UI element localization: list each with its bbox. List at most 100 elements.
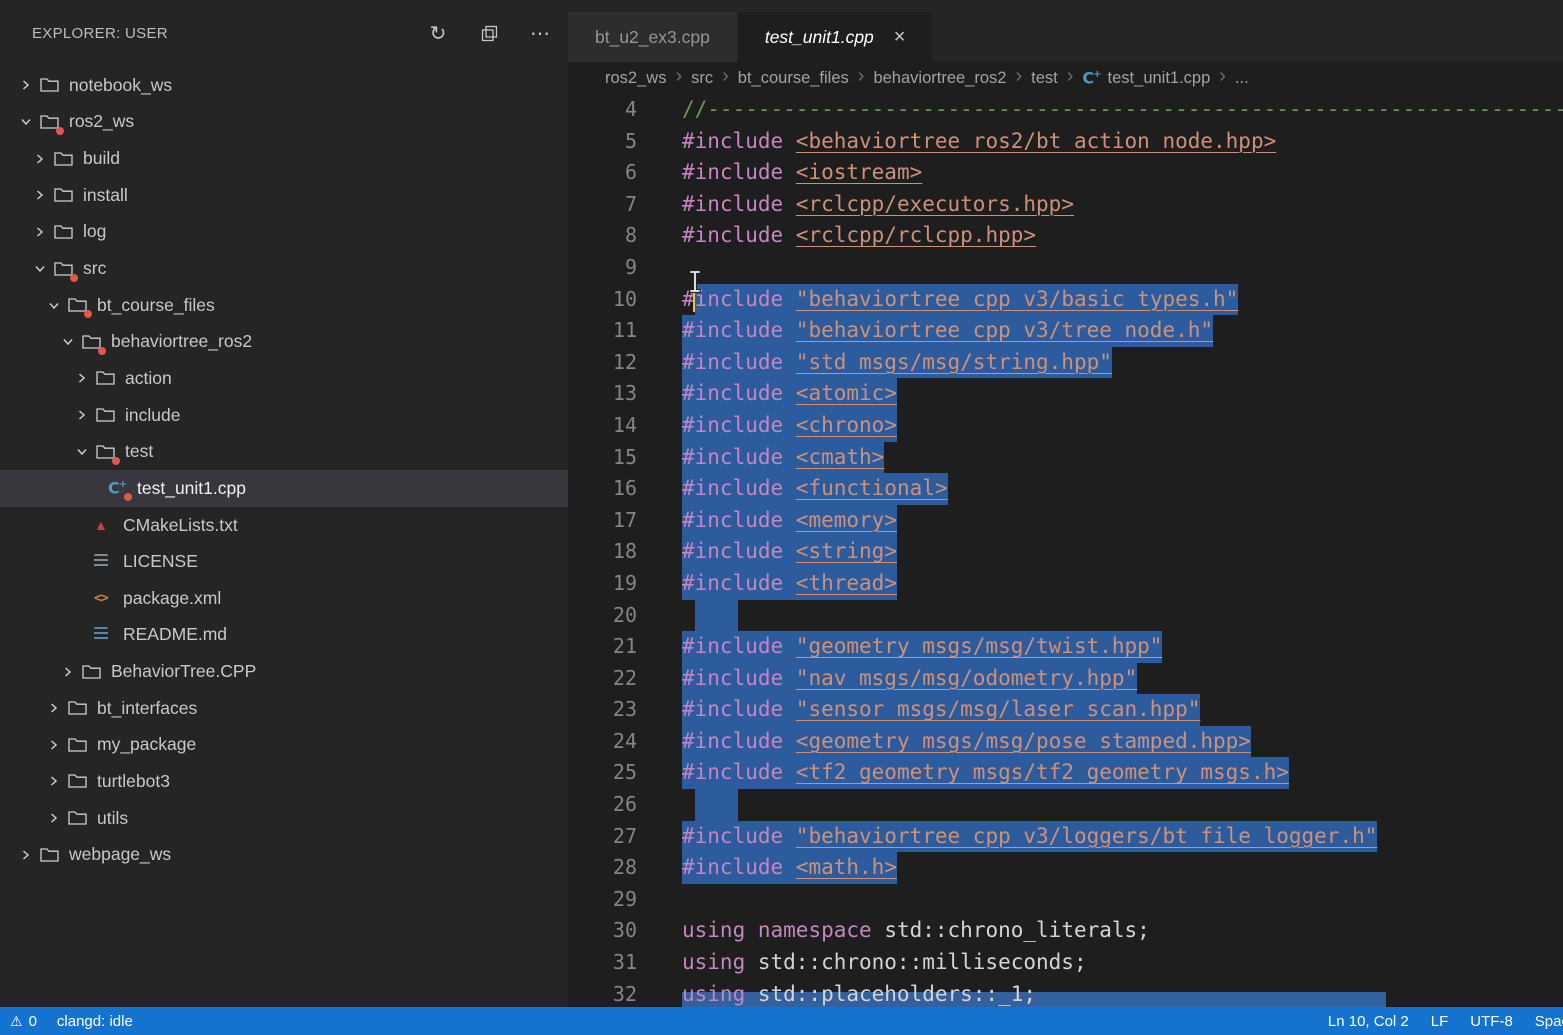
code-line-content[interactable]: #include "sensor_msgs/msg/laser_scan.hpp…	[637, 694, 1563, 726]
line-number[interactable]: 6	[568, 157, 637, 189]
code-line-content[interactable]	[637, 884, 1563, 916]
line-number[interactable]: 9	[568, 252, 637, 284]
line-number[interactable]: 20	[568, 600, 637, 632]
more-actions-icon[interactable]: ⋯	[528, 22, 552, 46]
code-line-content[interactable]	[637, 252, 1563, 284]
tree-item-log[interactable]: log	[0, 214, 568, 251]
line-number[interactable]: 27	[568, 821, 637, 853]
code-line-content[interactable]	[637, 789, 1563, 821]
tree-item-include[interactable]: include	[0, 397, 568, 434]
line-number[interactable]: 16	[568, 473, 637, 505]
breadcrumb-item[interactable]: bt_course_files	[738, 69, 849, 88]
close-icon[interactable]: ×	[894, 27, 906, 47]
chevron-down-icon[interactable]	[34, 263, 54, 274]
tree-item-ros2-ws[interactable]: ros2_ws	[0, 104, 568, 141]
code-line-content[interactable]: #include <rclcpp/executors.hpp>	[637, 189, 1563, 221]
code-line-content[interactable]: #include <atomic>	[637, 378, 1563, 410]
code-line-content[interactable]: #include "nav_msgs/msg/odometry.hpp"	[637, 663, 1563, 695]
tree-item-test[interactable]: test	[0, 433, 568, 470]
tree-item-action[interactable]: action	[0, 360, 568, 397]
status-item-clangd-status[interactable]: clangd: idle	[57, 1013, 133, 1030]
breadcrumb-item[interactable]: src	[691, 69, 713, 88]
line-number[interactable]: 19	[568, 568, 637, 600]
chevron-right-icon[interactable]	[48, 812, 68, 824]
chevron-right-icon[interactable]	[34, 153, 54, 165]
breadcrumb-item[interactable]: test_unit1.cpp	[1108, 69, 1211, 88]
tree-item-src[interactable]: src	[0, 250, 568, 287]
chevron-down-icon[interactable]	[62, 336, 82, 347]
chevron-right-icon[interactable]	[76, 409, 96, 421]
code-line-content[interactable]: #include <functional>	[637, 473, 1563, 505]
status-item-eol-sequence[interactable]: LF	[1431, 1013, 1449, 1030]
line-number[interactable]: 29	[568, 884, 637, 916]
tree-item-test-unit1-cpp[interactable]: C+test_unit1.cpp	[0, 470, 568, 507]
tree-item-cmakelists-txt[interactable]: ▲CMakeLists.txt	[0, 507, 568, 544]
line-number[interactable]: 18	[568, 536, 637, 568]
chevron-right-icon[interactable]	[48, 775, 68, 787]
breadcrumb-item[interactable]: test	[1031, 69, 1058, 88]
chevron-right-icon[interactable]	[34, 189, 54, 201]
tree-item-bt-course-files[interactable]: bt_course_files	[0, 287, 568, 324]
tree-item-behaviortree-cpp[interactable]: BehaviorTree.CPP	[0, 653, 568, 690]
code-line-content[interactable]: #include <rclcpp/rclcpp.hpp>	[637, 220, 1563, 252]
line-number[interactable]: 26	[568, 789, 637, 821]
chevron-down-icon[interactable]	[20, 116, 40, 127]
chevron-down-icon[interactable]	[48, 300, 68, 311]
code-line-content[interactable]: #include <behaviortree_ros2/bt_action_no…	[637, 126, 1563, 158]
code-line-content[interactable]: using std::chrono::milliseconds;	[637, 947, 1563, 979]
tab-bt-u2-ex3-cpp[interactable]: bt_u2_ex3.cpp	[568, 12, 737, 62]
status-item-problems[interactable]: ⚠0	[10, 1013, 37, 1030]
code-line-content[interactable]: #include <chrono>	[637, 410, 1563, 442]
code-line-content[interactable]: #include <thread>	[637, 568, 1563, 600]
tab-test-unit1-cpp[interactable]: test_unit1.cpp×	[738, 12, 933, 62]
code-line-content[interactable]: #include <iostream>	[637, 157, 1563, 189]
tree-item-turtlebot3[interactable]: turtlebot3	[0, 763, 568, 800]
tree-item-utils[interactable]: utils	[0, 800, 568, 837]
status-item-indentation[interactable]: Spac	[1535, 1013, 1563, 1030]
line-number[interactable]: 32	[568, 979, 637, 1007]
line-number[interactable]: 24	[568, 726, 637, 758]
tree-item-bt-interfaces[interactable]: bt_interfaces	[0, 690, 568, 727]
code-line-content[interactable]: using std::placeholders::_1;	[637, 979, 1563, 1007]
code-line-content[interactable]: #include "behaviortree_cpp_v3/basic_type…	[637, 284, 1563, 316]
chevron-right-icon[interactable]	[62, 666, 82, 678]
code-line-content[interactable]: #include <memory>	[637, 505, 1563, 537]
tree-item-my-package[interactable]: my_package	[0, 727, 568, 764]
chevron-right-icon[interactable]	[20, 849, 40, 861]
line-number[interactable]: 4	[568, 94, 637, 126]
breadcrumb-more[interactable]: ...	[1235, 69, 1249, 88]
line-number[interactable]: 17	[568, 505, 637, 537]
tree-item-package-xml[interactable]: <>package.xml	[0, 580, 568, 617]
code-line-content[interactable]: #include "std_msgs/msg/string.hpp"	[637, 347, 1563, 379]
status-item-encoding[interactable]: UTF-8	[1470, 1013, 1513, 1030]
code-line-content[interactable]: using namespace std::chrono_literals;	[637, 915, 1563, 947]
code-line-content[interactable]: //--------------------------------------…	[637, 94, 1563, 126]
code-line-content[interactable]: #include "geometry_msgs/msg/twist.hpp"	[637, 631, 1563, 663]
code-line-content[interactable]: #include <tf2_geometry_msgs/tf2_geometry…	[637, 757, 1563, 789]
chevron-right-icon[interactable]	[76, 372, 96, 384]
code-line-content[interactable]: #include "behaviortree_cpp_v3/tree_node.…	[637, 315, 1563, 347]
line-number[interactable]: 14	[568, 410, 637, 442]
line-number[interactable]: 21	[568, 631, 637, 663]
tree-item-notebook-ws[interactable]: notebook_ws	[0, 67, 568, 104]
chevron-right-icon[interactable]	[48, 739, 68, 751]
tree-item-webpage-ws[interactable]: webpage_ws	[0, 836, 568, 873]
line-number[interactable]: 12	[568, 347, 637, 379]
open-editors-icon[interactable]	[477, 22, 501, 46]
line-number[interactable]: 23	[568, 694, 637, 726]
tree-item-license[interactable]: LICENSE	[0, 543, 568, 580]
code-line-content[interactable]	[637, 600, 1563, 632]
line-number[interactable]: 7	[568, 189, 637, 221]
breadcrumb-item[interactable]: behaviortree_ros2	[873, 69, 1006, 88]
chevron-right-icon[interactable]	[48, 702, 68, 714]
chevron-right-icon[interactable]	[34, 226, 54, 238]
line-number[interactable]: 13	[568, 378, 637, 410]
code-line-content[interactable]: #include <math.h>	[637, 852, 1563, 884]
tree-item-behaviortree-ros2[interactable]: behaviortree_ros2	[0, 323, 568, 360]
line-number[interactable]: 22	[568, 663, 637, 695]
code-area[interactable]: 4//-------------------------------------…	[568, 94, 1563, 1007]
line-number[interactable]: 10	[568, 284, 637, 316]
code-line-content[interactable]: #include <cmath>	[637, 442, 1563, 474]
line-number[interactable]: 25	[568, 757, 637, 789]
refresh-explorer-icon[interactable]: ↻	[426, 22, 450, 46]
